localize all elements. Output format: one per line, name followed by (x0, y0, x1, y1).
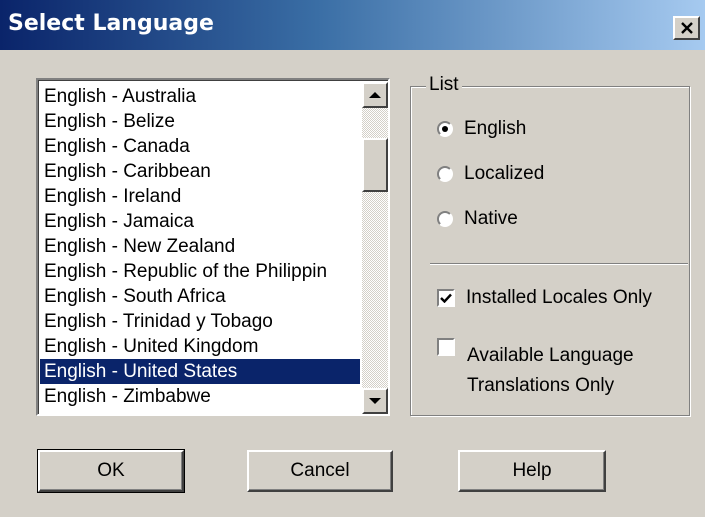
language-list-item[interactable]: English - Republic of the Philippin (40, 259, 360, 284)
checkbox-installed-locales[interactable]: Installed Locales Only (437, 287, 652, 309)
language-list-item[interactable]: English - Jamaica (40, 209, 360, 234)
arrow-up-icon (369, 92, 381, 98)
language-list-item[interactable]: English - Belize (40, 109, 360, 134)
checkbox-available-translations[interactable] (437, 338, 466, 356)
available-translations-checkbox[interactable] (437, 338, 455, 356)
available-translations-label: Available Language Translations Only (467, 341, 634, 401)
vertical-scrollbar[interactable] (362, 82, 388, 414)
ok-button-label: OK (97, 460, 125, 481)
radio-selected-dot (442, 126, 448, 132)
list-group-label: List (426, 74, 462, 96)
language-list-item[interactable]: English - Canada (40, 134, 360, 159)
radio-english-label: English (464, 118, 527, 139)
radio-localized-circle[interactable] (437, 166, 453, 182)
installed-locales-label: Installed Locales Only (466, 287, 652, 308)
radio-native-label: Native (464, 208, 518, 229)
help-button[interactable]: Help (458, 450, 606, 492)
language-list-item[interactable]: English - Ireland (40, 184, 360, 209)
close-icon (680, 22, 693, 34)
radio-english-circle[interactable] (437, 121, 453, 137)
checkmark-icon (440, 293, 452, 303)
scroll-down-button[interactable] (362, 388, 388, 414)
language-list-item[interactable]: English - United Kingdom (40, 334, 360, 359)
select-language-dialog: Select Language English - Australia Engli… (0, 0, 705, 517)
title-bar[interactable]: Select Language (0, 0, 705, 50)
cancel-button-label: Cancel (290, 460, 350, 481)
scroll-thumb[interactable] (362, 138, 388, 192)
language-list-item[interactable]: English - United States (40, 359, 360, 384)
installed-locales-checkbox[interactable] (437, 289, 455, 307)
ok-button[interactable]: OK (37, 449, 185, 493)
language-listbox[interactable]: English - Australia English - Belize Engli… (36, 78, 390, 416)
cancel-button[interactable]: Cancel (247, 450, 393, 492)
radio-native-circle[interactable] (437, 211, 453, 227)
close-button[interactable] (673, 16, 700, 40)
group-separator (430, 263, 688, 265)
help-button-label: Help (512, 460, 552, 481)
language-list-item[interactable]: English - South Africa (40, 284, 360, 309)
language-list-item[interactable]: English - Caribbean (40, 159, 360, 184)
language-list-item[interactable]: English - New Zealand (40, 234, 360, 259)
language-list-items: English - Australia English - Belize Engli… (40, 84, 360, 409)
scroll-up-button[interactable] (362, 82, 388, 108)
radio-localized-label: Localized (464, 163, 545, 184)
radio-localized[interactable]: Localized (437, 163, 544, 185)
language-list-item[interactable]: English - Australia (40, 84, 360, 109)
available-translations-line2: Translations Only (467, 375, 615, 396)
dialog-title: Select Language (8, 11, 214, 36)
available-translations-line1: Available Language (467, 345, 634, 366)
radio-english[interactable]: English (437, 118, 526, 140)
arrow-down-icon (369, 398, 381, 404)
language-list-item[interactable]: English - Trinidad y Tobago (40, 309, 360, 334)
radio-native[interactable]: Native (437, 208, 518, 230)
language-list-item[interactable]: English - Zimbabwe (40, 384, 360, 409)
